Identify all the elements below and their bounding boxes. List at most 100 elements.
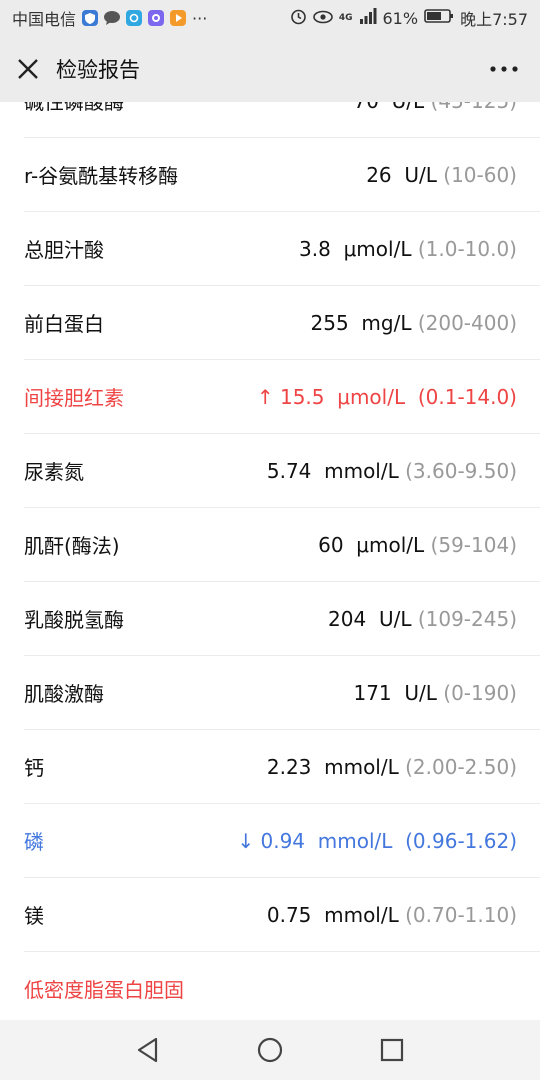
alarm-icon [290, 8, 307, 29]
app-bar: 检验报告 [0, 36, 540, 102]
result-reference-range: (0.1-14.0) [417, 384, 517, 409]
result-unit: U/L [404, 680, 437, 705]
back-triangle-icon [137, 1037, 158, 1063]
recents-square-icon [380, 1038, 404, 1062]
result-unit: μmol/L [343, 236, 412, 261]
result-reference-range: (1.0-10.0) [417, 236, 517, 261]
result-row[interactable]: 肌酐(酶法) 60 μmol/L (59-104) [24, 508, 540, 582]
clock-time: 晚上7:57 [460, 10, 528, 29]
result-value-group: 171 U/L (0-190) [353, 681, 517, 705]
result-unit: mg/L [361, 310, 412, 335]
result-value-group: 255 mg/L (200-400) [311, 311, 518, 335]
result-name: 总胆汁酸 [24, 238, 104, 262]
home-button[interactable] [250, 1030, 290, 1070]
result-unit: U/L [404, 162, 437, 187]
result-row[interactable]: 碱性磷酸酶 70 U/L (45-125) [24, 102, 540, 138]
shield-icon [82, 10, 99, 26]
result-name: 尿素氮 [24, 460, 84, 484]
result-unit: mmol/L [324, 458, 399, 483]
result-name: r-谷氨酰基转移酶 [24, 164, 179, 188]
result-value: 70 [353, 102, 378, 113]
result-value-group: 60 μmol/L (59-104) [318, 533, 517, 557]
result-value: 0.94 [260, 828, 306, 853]
result-name: 乳酸脱氢酶 [24, 608, 124, 632]
result-row[interactable]: 肌酸激酶 171 U/L (0-190) [24, 656, 540, 730]
result-reference-range: (10-60) [443, 162, 517, 187]
result-row[interactable]: 总胆汁酸 3.8 μmol/L (1.0-10.0) [24, 212, 540, 286]
result-reference-range: (0-190) [443, 680, 517, 705]
result-name: 肌酸激酶 [24, 682, 104, 706]
result-reference-range: (200-400) [417, 310, 517, 335]
result-value-group: 5.74 mmol/L (3.60-9.50) [267, 459, 517, 483]
recents-button[interactable] [372, 1030, 412, 1070]
home-circle-icon [257, 1037, 283, 1063]
result-unit: mmol/L [324, 902, 399, 927]
more-notifications-indicator: ··· [192, 8, 208, 28]
result-value-group: 70 U/L (45-125) [353, 102, 517, 113]
result-value-group: 2.23 mmol/L (2.00-2.50) [267, 755, 517, 779]
result-value: 171 [353, 680, 392, 705]
result-name: 低密度脂蛋白胆固 [24, 978, 184, 1002]
back-button[interactable] [128, 1030, 168, 1070]
result-row[interactable]: 镁 0.75 mmol/L (0.70-1.10) [24, 878, 540, 952]
battery-icon [424, 8, 454, 28]
result-value: 5.74 [266, 458, 312, 483]
close-icon [18, 59, 38, 79]
result-reference-range: (109-245) [417, 606, 517, 631]
result-row[interactable]: 磷 ↓ 0.94 mmol/L (0.96-1.62) [24, 804, 540, 878]
result-row[interactable]: 钙 2.23 mmol/L (2.00-2.50) [24, 730, 540, 804]
carrier-label: 中国电信 [12, 10, 77, 29]
status-bar-left: 中国电信 ··· [12, 6, 207, 30]
result-row[interactable]: 间接胆红素 ↑ 15.5 μmol/L (0.1-14.0) [24, 360, 540, 434]
result-unit: μmol/L [356, 532, 425, 557]
result-row[interactable]: 乳酸脱氢酶 204 U/L (109-245) [24, 582, 540, 656]
result-name: 碱性磷酸酶 [24, 102, 124, 114]
result-reference-range: (45-125) [431, 102, 517, 113]
more-options-button[interactable] [484, 36, 524, 102]
assistant-icon [148, 10, 165, 26]
high-arrow-icon: ↑ [256, 384, 274, 409]
result-value-group: 0.75 mmol/L (0.70-1.10) [267, 903, 517, 927]
result-name: 间接胆红素 [24, 386, 124, 410]
result-list: 碱性磷酸酶 70 U/L (45-125) r-谷氨酰基转移酶 26 U/L (10-… [0, 102, 540, 1020]
report-content[interactable]: 碱性磷酸酶 70 U/L (45-125) r-谷氨酰基转移酶 26 U/L (10-… [0, 102, 540, 1020]
result-reference-range: (3.60-9.50) [405, 458, 517, 483]
result-row[interactable]: r-谷氨酰基转移酶 26 U/L (10-60) [24, 138, 540, 212]
navigation-bar [0, 1020, 540, 1080]
result-name: 前白蛋白 [24, 312, 104, 336]
network-type-label: 4G [338, 13, 353, 23]
result-value: 204 [328, 606, 367, 631]
status-bar-right: 4G 61% 晚上7:57 [290, 6, 528, 30]
result-value: 255 [310, 310, 349, 335]
result-reference-range: (59-104) [430, 532, 517, 557]
result-unit: mmol/L [317, 828, 393, 853]
play-icon [170, 10, 187, 26]
result-value-group: ↑ 15.5 μmol/L (0.1-14.0) [257, 385, 517, 409]
result-name: 镁 [24, 904, 44, 928]
result-unit: mmol/L [324, 754, 399, 779]
result-value: 0.75 [266, 902, 312, 927]
result-row[interactable]: 低密度脂蛋白胆固 [24, 952, 540, 1020]
result-name: 肌酐(酶法) [24, 534, 120, 558]
result-row[interactable]: 尿素氮 5.74 mmol/L (3.60-9.50) [24, 434, 540, 508]
signal-icon [359, 8, 377, 28]
result-value-group: ↓ 0.94 mmol/L (0.96-1.62) [237, 829, 517, 853]
close-button[interactable] [0, 36, 56, 102]
result-unit: U/L [378, 606, 412, 631]
result-value: 26 [366, 162, 392, 187]
result-reference-range: (0.96-1.62) [405, 828, 517, 853]
eye-icon [313, 9, 333, 28]
result-row[interactable]: 前白蛋白 255 mg/L (200-400) [24, 286, 540, 360]
result-value: 60 [318, 532, 344, 557]
result-value-group: 3.8 μmol/L (1.0-10.0) [299, 237, 517, 261]
result-name: 磷 [24, 830, 44, 854]
more-icon [490, 66, 518, 72]
result-reference-range: (0.70-1.10) [405, 902, 517, 927]
result-reference-range: (2.00-2.50) [405, 754, 517, 779]
result-value-group: 26 U/L (10-60) [366, 163, 517, 187]
battery-percent: 61% [382, 8, 419, 28]
result-name: 钙 [24, 756, 44, 780]
low-arrow-icon: ↓ [237, 828, 255, 853]
result-value: 15.5 [279, 384, 325, 409]
result-value: 2.23 [266, 754, 312, 779]
